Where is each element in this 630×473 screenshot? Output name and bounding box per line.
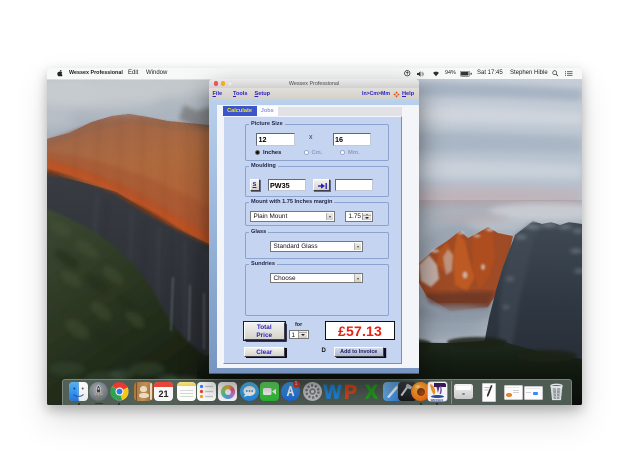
svg-text:W: W (323, 383, 341, 402)
svg-text:X: X (365, 383, 378, 402)
svg-text:P: P (344, 383, 357, 402)
